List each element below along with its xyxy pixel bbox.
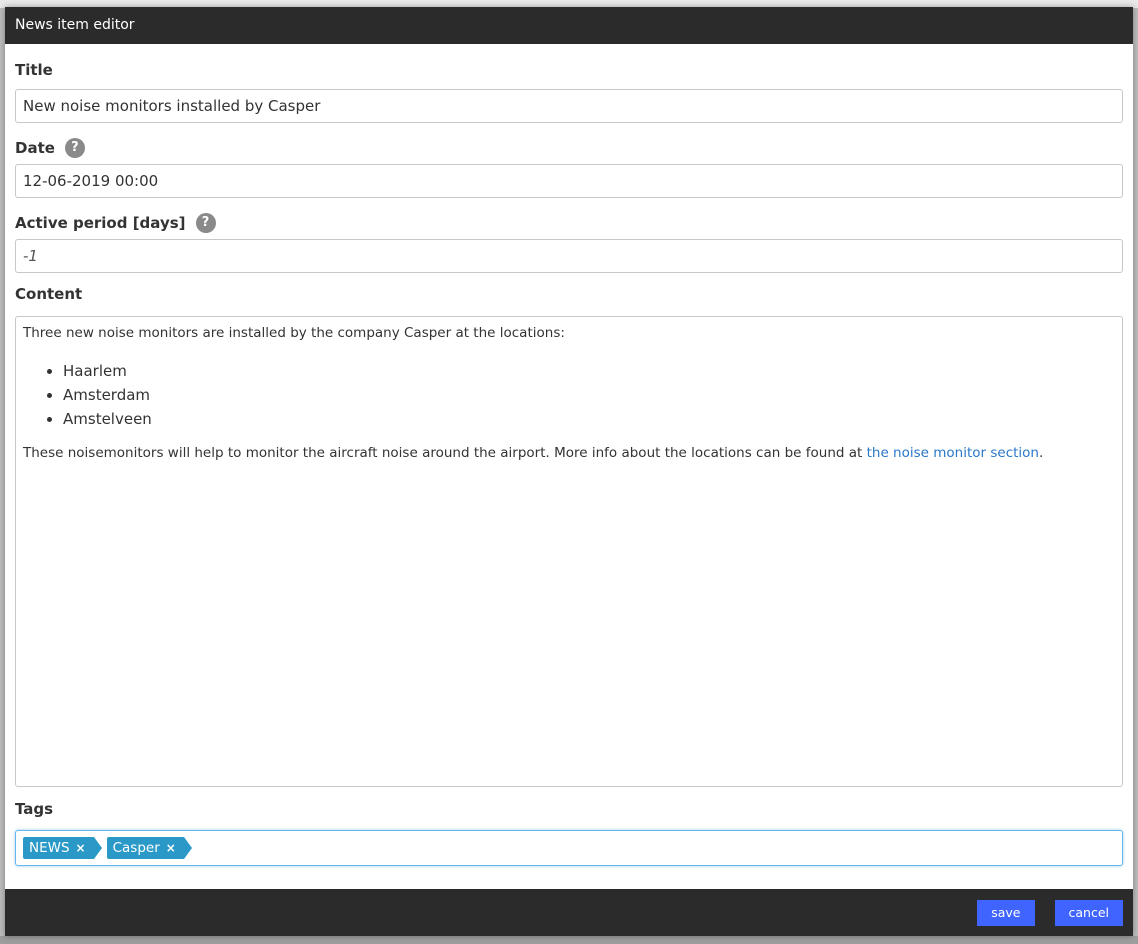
tag-label: Casper [112, 840, 160, 856]
noise-monitor-section-link[interactable]: the noise monitor section [867, 445, 1039, 461]
close-icon[interactable]: × [76, 837, 86, 859]
content-trailing: . [1039, 445, 1044, 461]
tag-casper: Casper × [106, 837, 193, 859]
content-intro: Three new noise monitors are installed b… [23, 325, 565, 341]
tag-news: NEWS × [23, 837, 102, 859]
help-icon[interactable]: ? [195, 213, 216, 233]
date-label-text: Date [15, 139, 55, 157]
cancel-button[interactable]: cancel [1054, 899, 1123, 926]
list-item: Amstelveen [63, 407, 1115, 431]
active-period-label: Active period [days] ? [15, 213, 1123, 233]
title-label: Title [15, 60, 1123, 80]
tags-label-text: Tags [15, 800, 54, 818]
help-icon[interactable]: ? [64, 138, 85, 158]
active-period-label-text: Active period [days] [15, 214, 186, 232]
content-label-text: Content [15, 285, 83, 303]
dialog-footer: save cancel [5, 889, 1133, 936]
close-icon[interactable]: × [166, 837, 176, 859]
dialog-titlebar: News item editor [5, 7, 1133, 44]
tags-label: Tags [15, 799, 1123, 819]
editor-form: Title New noise monitors installed by Ca… [5, 44, 1133, 866]
list-item: Haarlem [63, 359, 1115, 383]
tags-input[interactable]: NEWS × Casper × [15, 830, 1123, 866]
date-label: Date ? [15, 138, 1123, 158]
backdrop-bottom [0, 936, 1138, 944]
content-outro: These noisemonitors will help to monitor… [23, 445, 1115, 462]
date-input[interactable]: 12-06-2019 00:00 [15, 164, 1123, 198]
title-input[interactable]: New noise monitors installed by Casper [15, 89, 1123, 123]
locations-list: Haarlem Amsterdam Amstelveen [23, 359, 1115, 431]
content-editor[interactable]: Three new noise monitors are installed b… [15, 316, 1123, 787]
save-button[interactable]: save [977, 899, 1035, 926]
title-label-text: Title [15, 61, 53, 79]
news-item-editor-dialog: News item editor Title New noise monitor… [5, 7, 1133, 936]
dialog-title: News item editor [15, 17, 135, 33]
content-outro-text: These noisemonitors will help to monitor… [23, 445, 867, 461]
active-period-input[interactable]: -1 [15, 239, 1123, 273]
tag-label: NEWS [29, 840, 70, 856]
list-item: Amsterdam [63, 383, 1115, 407]
content-label: Content [15, 284, 1123, 304]
